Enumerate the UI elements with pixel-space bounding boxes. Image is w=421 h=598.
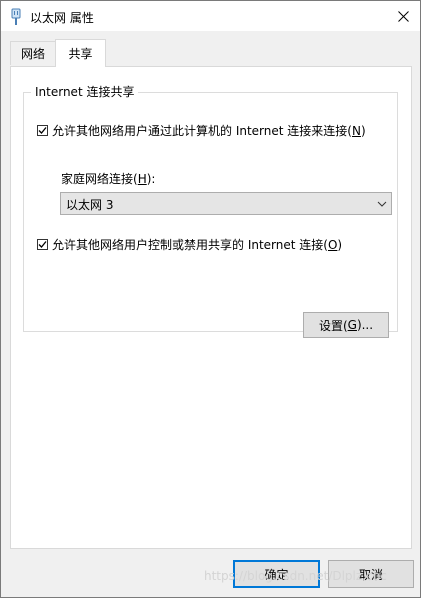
sharing-tab-panel: Internet 连接共享 允许其他网络用户通过此计算机的 Internet 连…	[10, 66, 412, 549]
network-adapter-icon	[11, 8, 21, 25]
tab-strip: 网络 共享	[1, 39, 420, 67]
allow-share-checkbox[interactable]	[37, 125, 48, 136]
allow-control-checkbox-row[interactable]: 允许其他网络用户控制或禁用共享的 Internet 连接(O)	[37, 236, 342, 253]
tab-network-label: 网络	[20, 47, 45, 61]
ok-button[interactable]: 确定	[233, 560, 320, 588]
tab-network[interactable]: 网络	[10, 41, 56, 65]
properties-dialog: 以太网 属性 网络 共享 Internet 连接共享 允许其他网络用户通过此计算…	[0, 0, 421, 598]
group-legend: Internet 连接共享	[31, 83, 139, 100]
cancel-button[interactable]: 取消	[328, 560, 414, 588]
allow-control-checkbox[interactable]	[37, 239, 48, 250]
internet-connection-sharing-group: Internet 连接共享 允许其他网络用户通过此计算机的 Internet 连…	[23, 83, 398, 338]
tab-sharing-label: 共享	[68, 47, 93, 61]
allow-control-label: 允许其他网络用户控制或禁用共享的 Internet 连接(O)	[52, 238, 343, 252]
settings-button[interactable]: 设置(G)...	[303, 312, 389, 338]
ok-button-label: 确定	[264, 567, 289, 582]
allow-share-label: 允许其他网络用户通过此计算机的 Internet 连接来连接(N)	[52, 124, 366, 138]
chevron-down-icon	[377, 201, 387, 207]
home-network-selected: 以太网 3	[66, 198, 114, 212]
close-icon	[397, 10, 409, 22]
title-bar[interactable]: 以太网 属性	[1, 1, 420, 31]
checkmark-icon	[38, 241, 47, 248]
close-button[interactable]	[386, 1, 420, 31]
window-title: 以太网 属性	[30, 11, 94, 25]
home-network-select[interactable]: 以太网 3	[60, 192, 392, 215]
cancel-button-label: 取消	[358, 567, 383, 582]
home-network-label: 家庭网络连接(H):	[61, 172, 156, 186]
tab-sharing[interactable]: 共享	[55, 39, 106, 67]
checkmark-icon	[38, 127, 47, 134]
allow-share-checkbox-row[interactable]: 允许其他网络用户通过此计算机的 Internet 连接来连接(N)	[37, 122, 366, 139]
